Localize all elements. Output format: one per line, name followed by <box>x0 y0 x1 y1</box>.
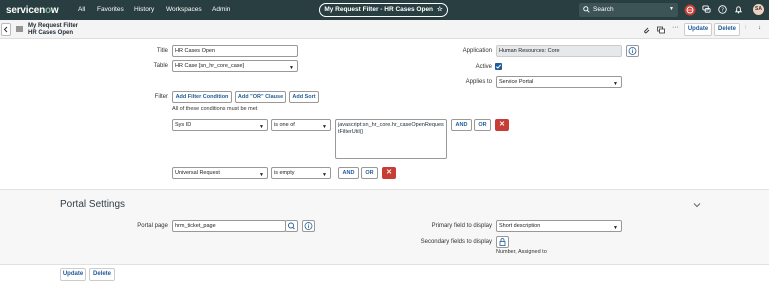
applies-to-value: Service Portal <box>499 79 534 85</box>
top-navigation: servicenow All Favorites History Workspa… <box>0 0 769 20</box>
condition2-and-button[interactable]: AND <box>338 167 359 179</box>
svg-text:?: ? <box>721 8 724 14</box>
condition1-or-button[interactable]: OR <box>474 119 491 131</box>
title-field[interactable]: HR Cases Open <box>172 45 298 57</box>
table-label: Table <box>153 63 168 69</box>
condition2-operator-value: is empty <box>274 170 295 176</box>
portal-page-info-button[interactable] <box>302 220 315 232</box>
form-footer <box>0 264 769 293</box>
portal-page-label: Portal page <box>137 223 168 229</box>
activity-stream-icon[interactable] <box>657 26 665 34</box>
footer-update-button[interactable]: Update <box>60 268 86 281</box>
header-update-button[interactable]: Update <box>684 23 712 36</box>
primary-field-select[interactable]: Short description ▼ <box>496 220 622 232</box>
add-sort-button[interactable]: Add Sort <box>289 91 319 103</box>
condition1-value-textarea[interactable]: javascript:sn_hr_core.hr_caseOpenRequest… <box>335 119 447 159</box>
dropdown-arrow-icon: ▼ <box>322 172 327 178</box>
lock-icon <box>499 238 506 246</box>
logo-text-suffix: w <box>50 5 59 16</box>
condition1-remove-button[interactable]: ✕ <box>495 119 509 131</box>
application-field: Human Resources: Core <box>496 45 622 57</box>
scope-globe-icon[interactable] <box>684 4 696 16</box>
star-icon[interactable]: ☆ <box>437 6 443 13</box>
info-icon <box>628 47 637 55</box>
secondary-fields-label: Secondary fields to display <box>420 239 492 245</box>
nav-menu-all[interactable]: All <box>78 6 85 13</box>
table-select-value: HR Case [sn_hr_core_case] <box>175 63 245 69</box>
search-icon <box>583 6 590 13</box>
chevron-down-icon[interactable]: ▼ <box>669 6 674 12</box>
help-icon[interactable]: ? <box>718 5 727 14</box>
form-title-line1: My Request Filter <box>28 23 79 29</box>
logo-text-prefix: servicen <box>6 5 45 16</box>
condition1-operator-value: is one of <box>274 122 295 128</box>
portal-settings-title: Portal Settings <box>60 199 126 210</box>
active-checkbox[interactable] <box>495 63 502 70</box>
servicenow-logo[interactable]: servicenow <box>6 5 59 16</box>
nav-menu-workspaces[interactable]: Workspaces <box>166 6 202 13</box>
dropdown-arrow-icon: ▼ <box>322 124 327 130</box>
chat-icon[interactable] <box>702 5 711 14</box>
form-title-line2: HR Cases Open <box>28 30 74 36</box>
notifications-bell-icon[interactable] <box>734 5 743 14</box>
search-placeholder: Search <box>593 6 614 13</box>
nav-menu-favorites[interactable]: Favorites <box>97 6 124 13</box>
title-label: Title <box>156 48 168 54</box>
dropdown-arrow-icon: ▼ <box>613 225 618 231</box>
context-menu-icon[interactable] <box>16 26 23 32</box>
form-title: My Request Filter HR Cases Open <box>28 23 78 37</box>
arrow-down-icon[interactable]: ↓ <box>758 25 761 31</box>
arrow-up-icon[interactable]: ↑ <box>744 25 747 31</box>
dropdown-arrow-icon: ▼ <box>613 81 618 87</box>
condition1-and-button[interactable]: AND <box>451 119 472 131</box>
add-or-clause-button[interactable]: Add "OR" Clause <box>235 91 286 103</box>
footer-delete-button[interactable]: Delete <box>89 268 115 281</box>
form-header: My Request Filter HR Cases Open ··· Upda… <box>0 20 769 39</box>
primary-field-label: Primary field to display <box>431 223 492 229</box>
back-button[interactable] <box>1 23 11 36</box>
dropdown-arrow-icon: ▼ <box>259 172 264 178</box>
conditions-hint: All of these conditions must be met <box>172 106 258 112</box>
search-icon <box>288 222 295 230</box>
chevron-left-icon <box>3 26 8 33</box>
add-filter-condition-button[interactable]: Add Filter Condition <box>172 91 232 103</box>
applies-to-select[interactable]: Service Portal ▼ <box>496 76 622 88</box>
primary-field-value: Short description <box>499 223 541 229</box>
condition1-field-select[interactable]: Sys ID ▼ <box>172 119 268 131</box>
table-select[interactable]: HR Case [sn_hr_core_case] ▼ <box>172 60 298 72</box>
checkmark-icon <box>495 64 502 69</box>
application-info-button[interactable] <box>626 45 639 57</box>
condition2-or-button[interactable]: OR <box>361 167 378 179</box>
condition2-remove-button[interactable]: ✕ <box>382 167 396 179</box>
paperclip-icon[interactable] <box>643 26 650 34</box>
filter-label: Filter <box>154 94 168 100</box>
info-icon <box>304 222 313 230</box>
more-options-icon[interactable]: ··· <box>672 24 679 31</box>
active-label: Active <box>475 64 492 70</box>
applies-to-label: Applies to <box>465 79 492 85</box>
secondary-fields-value: Number, Assigned to <box>496 249 547 255</box>
dropdown-arrow-icon: ▼ <box>259 124 264 130</box>
condition2-field-select[interactable]: Universal Request ▼ <box>172 167 268 179</box>
nav-menu-history[interactable]: History <box>134 6 154 13</box>
header-delete-button[interactable]: Delete <box>714 23 740 36</box>
context-title: My Request Filter - HR Cases Open <box>324 6 434 13</box>
condition1-operator-select[interactable]: is one of ▼ <box>271 119 331 131</box>
user-avatar[interactable]: SA <box>753 4 764 15</box>
dropdown-arrow-icon: ▼ <box>289 65 294 71</box>
application-label: Application <box>462 48 492 54</box>
portal-page-field[interactable]: hrm_ticket_page <box>172 220 286 232</box>
global-search[interactable]: Search ▼ <box>579 3 678 17</box>
condition2-field-value: Universal Request <box>175 170 220 176</box>
context-title-pill[interactable]: My Request Filter - HR Cases Open ☆ <box>319 3 448 17</box>
collapse-chevron-icon[interactable] <box>693 202 701 208</box>
condition1-field-value: Sys ID <box>175 122 192 128</box>
secondary-fields-unlock-button[interactable] <box>496 236 509 248</box>
nav-menu-admin[interactable]: Admin <box>212 6 230 13</box>
portal-page-lookup-button[interactable] <box>285 220 298 232</box>
condition2-operator-select[interactable]: is empty ▼ <box>271 167 331 179</box>
